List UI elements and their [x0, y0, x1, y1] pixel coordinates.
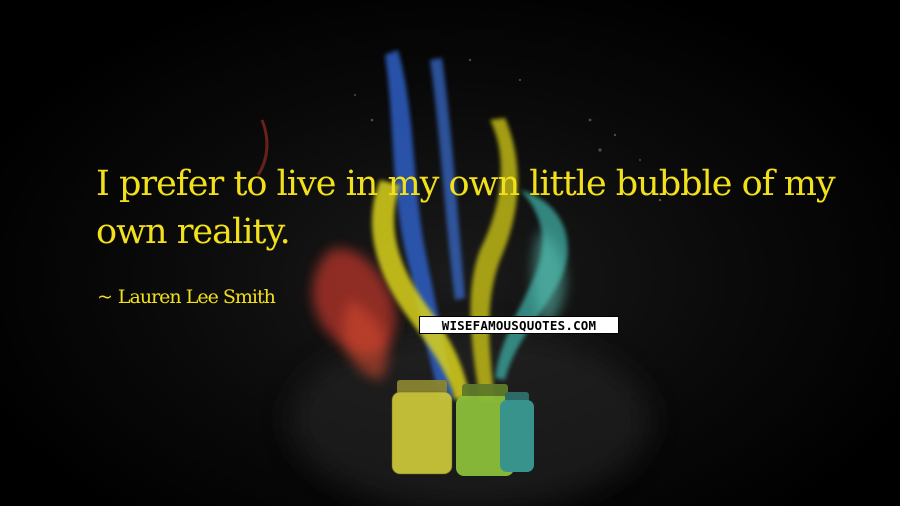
quote-card: I prefer to live in my own little bubble… [0, 0, 900, 506]
author-name: Lauren Lee Smith [117, 286, 276, 308]
paint-bottles [391, 380, 534, 476]
quote-author: ~ Lauren Lee Smith [97, 286, 276, 308]
quote-text: I prefer to live in my own little bubble… [96, 164, 836, 252]
site-watermark: WISEFAMOUSQUOTES.COM [419, 316, 619, 334]
author-dash: ~ [97, 286, 113, 308]
